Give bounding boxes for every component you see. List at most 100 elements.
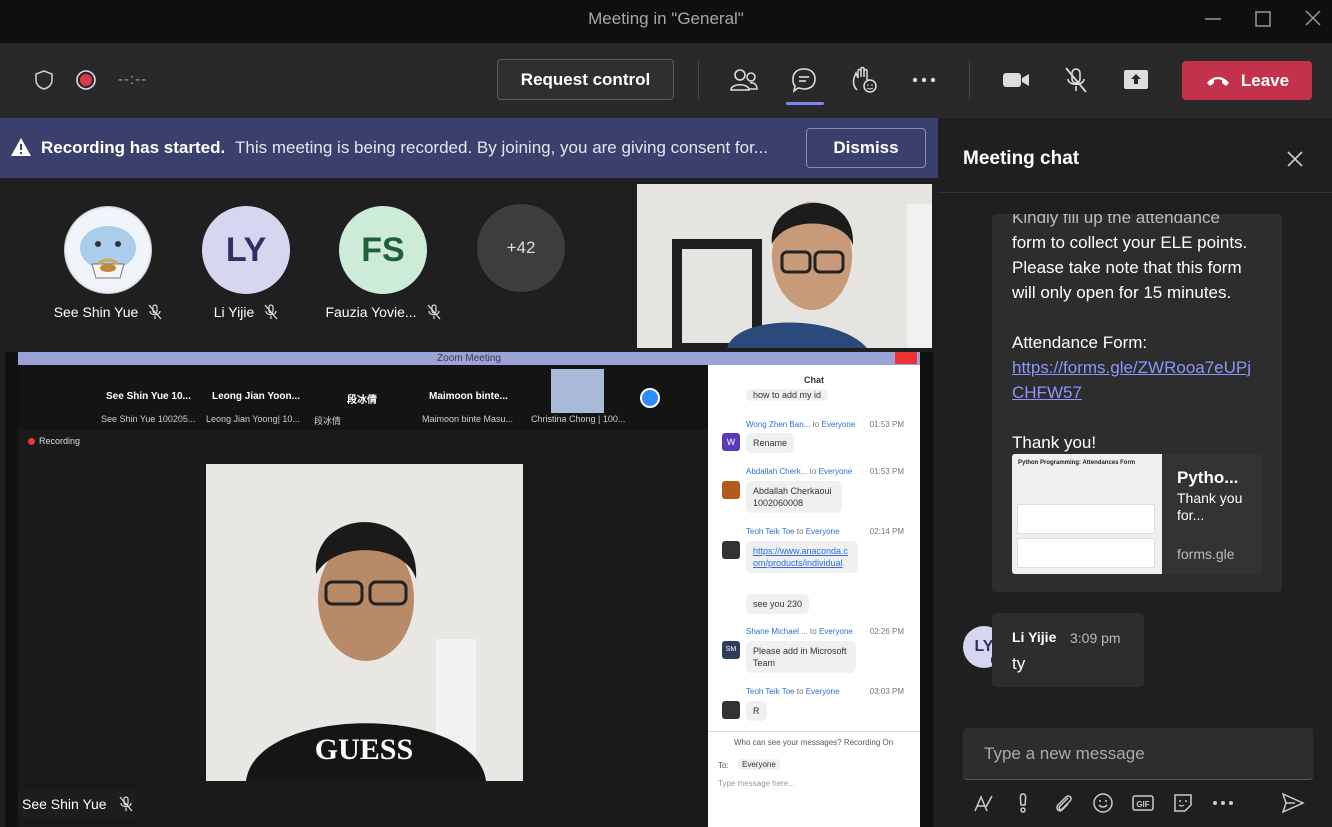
window-title: Meeting in "General" bbox=[588, 9, 744, 28]
person-video-icon bbox=[637, 184, 932, 348]
zoom-target: Everyone bbox=[821, 420, 856, 429]
participant-tile[interactable]: FS Fauzia Yovie... bbox=[313, 206, 453, 320]
zoom-to-word: to bbox=[810, 627, 817, 636]
thumbnail-title: Python Programming: Attendances Form bbox=[1018, 460, 1136, 466]
zoom-sender-name: Teoh Teik Toe bbox=[746, 527, 795, 536]
strip-sub: Maimoon binte Masu... bbox=[422, 414, 514, 424]
recording-dot-icon bbox=[28, 437, 35, 445]
zoom-chat-message: R bbox=[746, 701, 767, 721]
link-preview-card[interactable]: Python Programming: Attendances Form Pyt… bbox=[1012, 454, 1262, 574]
chat-icon[interactable] bbox=[786, 62, 822, 98]
chat-message-card: Kindly fill up the attendance form to co… bbox=[992, 214, 1282, 592]
message-line: form to collect your ELE points. bbox=[1012, 233, 1248, 252]
zoom-to-word: to bbox=[796, 687, 804, 696]
chat-active-indicator bbox=[786, 102, 824, 105]
shield-icon[interactable] bbox=[26, 62, 62, 98]
hang-up-icon bbox=[1205, 74, 1231, 88]
zoom-chat-message: see you 230 bbox=[746, 594, 810, 614]
raise-hand-icon[interactable] bbox=[846, 62, 882, 98]
dismiss-button[interactable]: Dismiss bbox=[806, 128, 926, 168]
zoom-to-word: to bbox=[812, 420, 820, 429]
zoom-chat-sender: Shane Michael ... to Everyone bbox=[746, 627, 853, 636]
attendance-link[interactable]: CHFW57 bbox=[1012, 380, 1082, 405]
zoom-to-label: To: bbox=[718, 761, 729, 770]
participant-tile[interactable]: See Shin Yue bbox=[38, 206, 178, 320]
compose-input[interactable] bbox=[963, 728, 1313, 780]
zoom-sender-name: Wong Zhen Ban... bbox=[746, 420, 811, 429]
attendance-link[interactable]: https://forms.gle/ZWRooa7eUPj bbox=[1012, 355, 1251, 380]
sticker-icon[interactable] bbox=[1170, 790, 1196, 816]
shared-screen: Zoom Meeting See Shin Yue 10... Leong Ji… bbox=[5, 352, 933, 827]
message-time: 3:09 pm bbox=[1070, 630, 1121, 646]
maximize-icon[interactable] bbox=[1250, 8, 1276, 30]
request-control-button[interactable]: Request control bbox=[497, 59, 674, 100]
zoom-chat-time: 01:53 PM bbox=[869, 467, 904, 476]
zoom-chat-panel: Chat how to add my id W Wong Zhen Ban...… bbox=[708, 365, 920, 827]
mic-muted-icon[interactable] bbox=[1058, 62, 1094, 98]
participant-tile[interactable]: LY Li Yijie bbox=[176, 206, 316, 320]
title-bar: Meeting in "General" bbox=[0, 0, 1332, 43]
close-window-icon[interactable] bbox=[1300, 8, 1326, 30]
minimize-icon[interactable] bbox=[1200, 8, 1226, 30]
zoom-sender-name: Abdallah Cherk... bbox=[746, 467, 808, 476]
strip-thumbnail bbox=[551, 369, 604, 413]
send-icon[interactable] bbox=[1280, 790, 1306, 816]
link-preview-thumbnail: Python Programming: Attendances Form bbox=[1012, 454, 1162, 574]
zoom-recording-label: Recording bbox=[39, 436, 81, 446]
gif-icon[interactable]: GIF bbox=[1130, 790, 1156, 816]
strip-sub: See Shin Yue 100205... bbox=[101, 414, 196, 424]
zoom-chat-link[interactable]: https://www.anaconda.com/products/indivi… bbox=[746, 541, 858, 573]
zoom-participant-strip: See Shin Yue 10... Leong Jian Yoon... 段冰… bbox=[18, 365, 708, 430]
message-line: will only open for 15 minutes. bbox=[1012, 283, 1232, 302]
zoom-chat-message: Abdallah Cherkaoui 1002060008 bbox=[746, 481, 842, 513]
zoom-chat-avatar bbox=[722, 541, 740, 559]
zoom-chat-avatar: W bbox=[722, 433, 740, 451]
important-icon[interactable] bbox=[1010, 790, 1036, 816]
chat-message-card: Li Yijie 3:09 pm ty bbox=[992, 613, 1144, 687]
message-line: Attendance Form: bbox=[1012, 333, 1148, 352]
more-participants-tile[interactable]: +42 bbox=[451, 204, 591, 292]
zoom-target: Everyone bbox=[818, 467, 853, 476]
share-screen-icon[interactable] bbox=[1118, 62, 1154, 98]
avatar bbox=[64, 206, 152, 294]
participants-icon[interactable] bbox=[726, 62, 762, 98]
strip-name: Leong Jian Yoon... bbox=[212, 391, 300, 402]
more-options-icon[interactable] bbox=[1210, 790, 1236, 816]
zoom-chat-time: 02:14 PM bbox=[869, 527, 904, 536]
meeting-chat-panel: Meeting chat Kindly fill up the attendan… bbox=[938, 118, 1332, 827]
mic-off-icon bbox=[427, 304, 441, 320]
self-video bbox=[637, 184, 932, 348]
close-icon[interactable] bbox=[1284, 148, 1306, 170]
speaker-name: See Shin Yue bbox=[22, 796, 107, 812]
attach-icon[interactable] bbox=[1050, 790, 1076, 816]
format-icon[interactable] bbox=[970, 790, 996, 816]
toolbar-divider bbox=[698, 61, 699, 99]
strip-name: Maimoon binte... bbox=[429, 391, 508, 402]
message-line: Thank you! bbox=[1012, 433, 1097, 452]
more-options-icon[interactable] bbox=[906, 62, 942, 98]
banner-title: Recording has started. bbox=[41, 138, 226, 157]
recording-banner: Recording has started. This meeting is b… bbox=[0, 118, 938, 178]
link-preview-desc: Thank you for... bbox=[1177, 490, 1243, 523]
zoom-to-word: to bbox=[809, 467, 817, 476]
avatar: LY bbox=[202, 206, 290, 294]
zoom-chat-message: how to add my id bbox=[746, 389, 829, 401]
zoom-chat-avatar: SM bbox=[722, 641, 740, 659]
zoom-chat-sender: Teoh Teik Toe to Everyone bbox=[746, 527, 840, 536]
strip-sub: Christina Chong | 100... bbox=[531, 414, 626, 424]
person-video-icon: GUESS bbox=[206, 464, 523, 781]
zoom-chat-header: Chat bbox=[804, 375, 824, 385]
message-text: ty bbox=[1012, 654, 1026, 673]
participant-name: Li Yijie bbox=[213, 304, 255, 320]
meeting-chat-header: Meeting chat bbox=[963, 148, 1080, 169]
leave-button[interactable]: Leave bbox=[1182, 61, 1312, 100]
strip-name: 段冰倩 bbox=[347, 395, 377, 406]
participant-name: See Shin Yue bbox=[53, 304, 139, 320]
mic-off-icon bbox=[264, 304, 278, 320]
sender-name: Li Yijie bbox=[1012, 629, 1057, 645]
emoji-icon[interactable] bbox=[1090, 790, 1116, 816]
svg-text:GIF: GIF bbox=[1136, 800, 1149, 809]
camera-icon[interactable] bbox=[998, 62, 1034, 98]
link-preview-title: Pytho... bbox=[1177, 468, 1239, 487]
zoom-chat-message: Please add in Microsoft Team bbox=[746, 641, 856, 673]
